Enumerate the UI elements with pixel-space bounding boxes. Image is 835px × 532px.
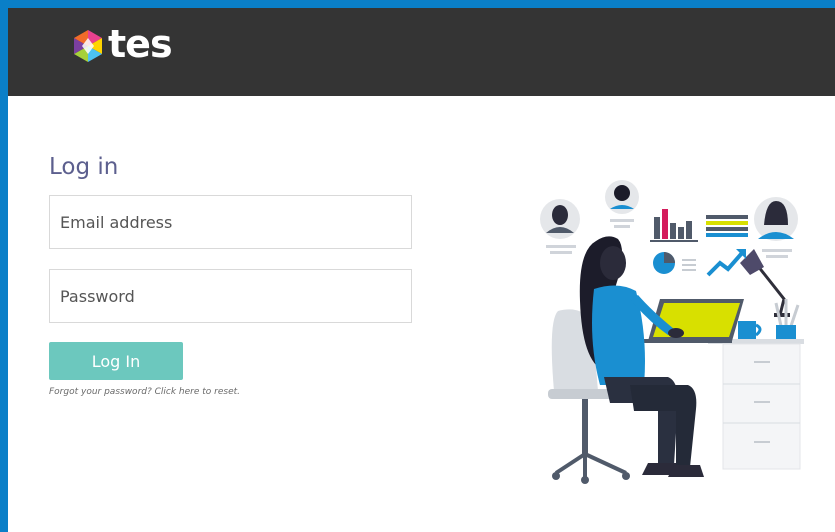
- tes-logo-mark-icon: [74, 30, 102, 62]
- login-button[interactable]: Log In: [49, 342, 183, 380]
- site-header: tes: [8, 8, 835, 96]
- tes-logo[interactable]: tes: [70, 22, 173, 66]
- logo-wordmark: tes: [108, 22, 173, 66]
- woman-at-desk-illustration-icon: [540, 180, 804, 484]
- forgot-password-link[interactable]: Forgot your password? Click here to rese…: [49, 387, 240, 397]
- password-field[interactable]: [49, 269, 412, 323]
- app-window: tes Log in Log In Forgot your password? …: [8, 8, 835, 532]
- email-field[interactable]: [49, 195, 412, 249]
- page-title: Log in: [49, 154, 119, 180]
